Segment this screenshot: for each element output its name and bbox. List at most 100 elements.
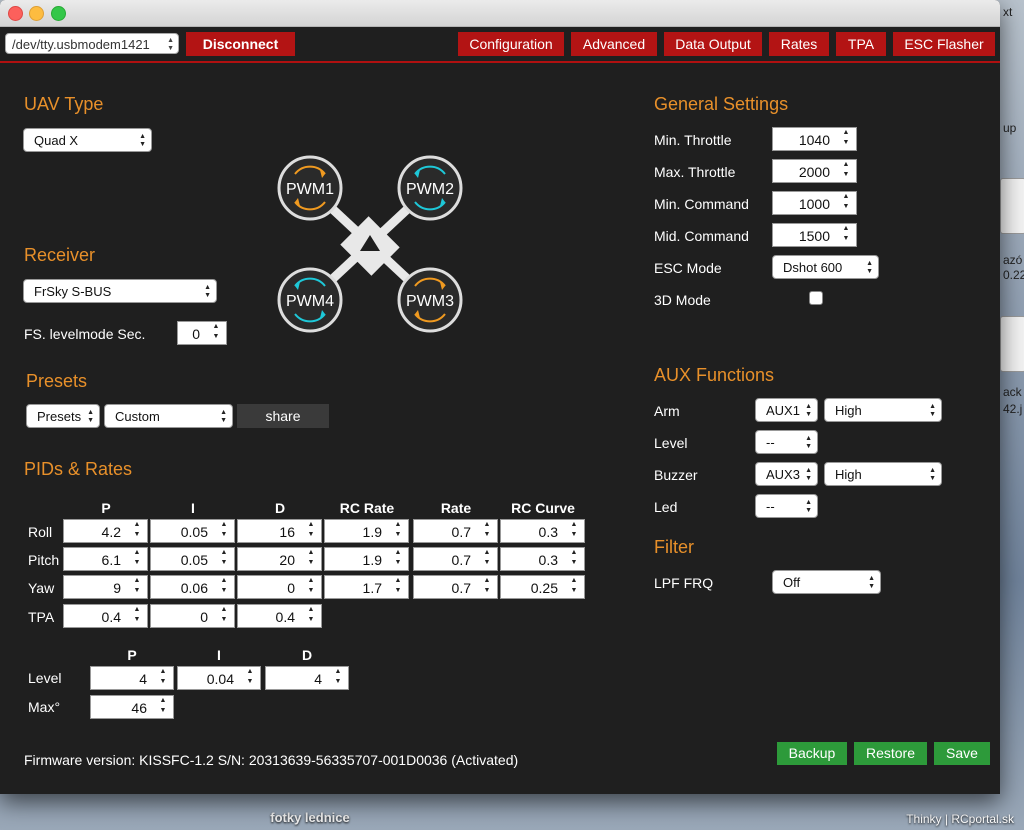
select-arrows-icon: ▲ ▼ — [805, 403, 812, 418]
tpa-p-input[interactable]: 0.4 ▲ ▼ — [63, 604, 148, 628]
desktop-folder-label[interactable]: fotky lednice — [250, 810, 370, 825]
aux-led-channel-select[interactable]: -- ▲ ▼ — [755, 494, 818, 518]
aux-arm-channel-select[interactable]: AUX1 ▲ ▼ — [755, 398, 818, 422]
roll-d-value: 16 — [279, 524, 295, 540]
min-command-value: 1000 — [798, 196, 830, 212]
restore-button[interactable]: Restore — [854, 742, 927, 765]
port-select[interactable]: /dev/tty.usbmodem1421 ▲ ▼ — [5, 33, 179, 54]
minimize-window-button[interactable] — [29, 6, 44, 21]
share-button[interactable]: share — [237, 404, 329, 428]
spinner-icon[interactable]: ▲ ▼ — [304, 520, 318, 542]
spinner-icon[interactable]: ▲ ▼ — [839, 192, 853, 214]
mid-command-label: Mid. Command — [654, 228, 749, 244]
spinner-icon[interactable]: ▲ ▼ — [391, 548, 405, 570]
yaw-rate-input[interactable]: 0.7 ▲ ▼ — [413, 575, 498, 599]
spinner-icon[interactable]: ▲ ▼ — [567, 548, 581, 570]
spinner-icon[interactable]: ▲ ▼ — [839, 224, 853, 246]
spinner-icon[interactable]: ▲ ▼ — [839, 128, 853, 150]
spinner-icon[interactable]: ▲ ▼ — [130, 548, 144, 570]
yaw-rc-curve-input[interactable]: 0.25 ▲ ▼ — [500, 575, 585, 599]
mid-command-input[interactable]: 1500 ▲ ▼ — [772, 223, 857, 247]
spinner-icon[interactable]: ▲ ▼ — [130, 520, 144, 542]
uav-type-select[interactable]: Quad X ▲ ▼ — [23, 128, 152, 152]
spinner-icon[interactable]: ▲ ▼ — [217, 548, 231, 570]
yaw-d-value: 0 — [287, 580, 295, 596]
level-d-input[interactable]: 4 ▲ ▼ — [265, 666, 349, 690]
tpa-i-input[interactable]: 0 ▲ ▼ — [150, 604, 235, 628]
close-window-button[interactable] — [8, 6, 23, 21]
roll-i-input[interactable]: 0.05 ▲ ▼ — [150, 519, 235, 543]
level-label: Level — [28, 670, 62, 686]
tab-data-output[interactable]: Data Output — [664, 32, 762, 56]
aux-arm-state-select[interactable]: High ▲ ▼ — [824, 398, 942, 422]
esc-mode-select[interactable]: Dshot 600 ▲ ▼ — [772, 255, 879, 279]
spinner-icon[interactable]: ▲ ▼ — [391, 520, 405, 542]
spinner-icon[interactable]: ▲ ▼ — [209, 322, 223, 344]
roll-rc-curve-input[interactable]: 0.3 ▲ ▼ — [500, 519, 585, 543]
spinner-icon[interactable]: ▲ ▼ — [304, 576, 318, 598]
pitch-i-input[interactable]: 0.05 ▲ ▼ — [150, 547, 235, 571]
spinner-icon[interactable]: ▲ ▼ — [156, 696, 170, 718]
3d-mode-checkbox[interactable] — [809, 291, 823, 305]
roll-p-input[interactable]: 4.2 ▲ ▼ — [63, 519, 148, 543]
tab-esc-flasher[interactable]: ESC Flasher — [893, 32, 995, 56]
spinner-icon[interactable]: ▲ ▼ — [156, 667, 170, 689]
save-button[interactable]: Save — [934, 742, 990, 765]
spinner-icon[interactable]: ▲ ▼ — [839, 160, 853, 182]
aux-buzzer-channel-select[interactable]: AUX3 ▲ ▼ — [755, 462, 818, 486]
level-i-input[interactable]: 0.04 ▲ ▼ — [177, 666, 261, 690]
receiver-select[interactable]: FrSky S-BUS ▲ ▼ — [23, 279, 217, 303]
spinner-icon[interactable]: ▲ ▼ — [391, 576, 405, 598]
spinner-icon[interactable]: ▲ ▼ — [217, 605, 231, 627]
disconnect-button[interactable]: Disconnect — [186, 32, 295, 56]
tab-rates[interactable]: Rates — [769, 32, 829, 56]
max-throttle-input[interactable]: 2000 ▲ ▼ — [772, 159, 857, 183]
yaw-d-input[interactable]: 0 ▲ ▼ — [237, 575, 322, 599]
tpa-d-input[interactable]: 0.4 ▲ ▼ — [237, 604, 322, 628]
roll-d-input[interactable]: 16 ▲ ▼ — [237, 519, 322, 543]
spinner-icon[interactable]: ▲ ▼ — [130, 605, 144, 627]
title-bar[interactable] — [0, 0, 1000, 27]
spinner-icon[interactable]: ▲ ▼ — [480, 520, 494, 542]
spinner-icon[interactable]: ▲ ▼ — [217, 576, 231, 598]
spinner-icon[interactable]: ▲ ▼ — [304, 605, 318, 627]
pitch-rc-rate-input[interactable]: 1.9 ▲ ▼ — [324, 547, 409, 571]
pitch-d-input[interactable]: 20 ▲ ▼ — [237, 547, 322, 571]
min-throttle-input[interactable]: 1040 ▲ ▼ — [772, 127, 857, 151]
desktop-file-icon[interactable] — [1000, 316, 1024, 372]
yaw-i-input[interactable]: 0.06 ▲ ▼ — [150, 575, 235, 599]
roll-rc-rate-input[interactable]: 1.9 ▲ ▼ — [324, 519, 409, 543]
zoom-window-button[interactable] — [51, 6, 66, 21]
spinner-icon[interactable]: ▲ ▼ — [480, 548, 494, 570]
spinner-icon[interactable]: ▲ ▼ — [567, 576, 581, 598]
presets-select[interactable]: Presets ▲ ▼ — [26, 404, 100, 428]
spinner-icon[interactable]: ▲ ▼ — [243, 667, 257, 689]
pitch-rc-curve-input[interactable]: 0.3 ▲ ▼ — [500, 547, 585, 571]
yaw-rc-rate-input[interactable]: 1.7 ▲ ▼ — [324, 575, 409, 599]
spinner-icon[interactable]: ▲ ▼ — [480, 576, 494, 598]
level-p-input[interactable]: 4 ▲ ▼ — [90, 666, 174, 690]
roll-rate-input[interactable]: 0.7 ▲ ▼ — [413, 519, 498, 543]
backup-button[interactable]: Backup — [777, 742, 847, 765]
spinner-icon[interactable]: ▲ ▼ — [304, 548, 318, 570]
fs-levelmode-input[interactable]: 0 ▲ ▼ — [177, 321, 227, 345]
pitch-rate-input[interactable]: 0.7 ▲ ▼ — [413, 547, 498, 571]
tab-advanced[interactable]: Advanced — [571, 32, 657, 56]
spinner-icon[interactable]: ▲ ▼ — [567, 520, 581, 542]
custom-preset-select[interactable]: Custom ▲ ▼ — [104, 404, 233, 428]
max-angle-input[interactable]: 46 ▲ ▼ — [90, 695, 174, 719]
desktop-file-icon[interactable] — [1000, 178, 1024, 234]
tab-tpa[interactable]: TPA — [836, 32, 886, 56]
min-command-input[interactable]: 1000 ▲ ▼ — [772, 191, 857, 215]
spinner-icon[interactable]: ▲ ▼ — [331, 667, 345, 689]
motor-label: PWM2 — [406, 181, 454, 198]
spinner-icon[interactable]: ▲ ▼ — [217, 520, 231, 542]
tab-configuration[interactable]: Configuration — [458, 32, 564, 56]
yaw-p-input[interactable]: 9 ▲ ▼ — [63, 575, 148, 599]
lpf-frq-select[interactable]: Off ▲ ▼ — [772, 570, 881, 594]
aux-buzzer-state-select[interactable]: High ▲ ▼ — [824, 462, 942, 486]
pitch-p-input[interactable]: 6.1 ▲ ▼ — [63, 547, 148, 571]
aux-level-channel-select[interactable]: -- ▲ ▼ — [755, 430, 818, 454]
spinner-icon[interactable]: ▲ ▼ — [130, 576, 144, 598]
row-label-tpa: TPA — [28, 609, 55, 625]
